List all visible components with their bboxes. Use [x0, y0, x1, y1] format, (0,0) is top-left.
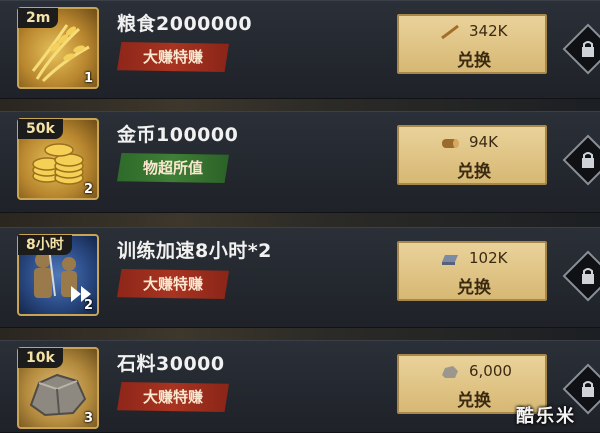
background-strip [0, 99, 600, 111]
background-strip [0, 213, 600, 227]
item-count: 3 [84, 411, 94, 426]
lock-icon[interactable] [562, 250, 600, 302]
exchange-row-speedup: 8小时 2 训练加速8小时*2 大赚特赚 102K 兑换 [0, 227, 600, 328]
item-title: 粮食2000000 [117, 13, 253, 35]
exchange-label: 兑换 [457, 278, 491, 298]
price-label: 342K [469, 22, 508, 40]
price-label: 6,000 [469, 362, 512, 380]
lock-icon[interactable] [562, 134, 600, 186]
amount-tag: 2m [18, 8, 59, 28]
exchange-label: 兑换 [457, 162, 491, 182]
item-title: 石料30000 [117, 353, 225, 375]
exchange-button[interactable]: 94K 兑换 [397, 125, 547, 185]
amount-tag: 8小时 [18, 235, 72, 255]
background-strip [0, 328, 600, 340]
value-badge: 大赚特赚 [117, 269, 229, 299]
amount-tag: 10k [18, 348, 63, 368]
value-badge: 大赚特赚 [117, 42, 229, 72]
value-badge: 大赚特赚 [117, 382, 229, 412]
item-count: 2 [84, 298, 94, 313]
exchange-button[interactable]: 342K 兑换 [397, 14, 547, 74]
watermark: 酷乐米 [516, 406, 576, 427]
price-label: 94K [469, 133, 498, 151]
exchange-button[interactable]: 102K 兑换 [397, 241, 547, 301]
item-title: 训练加速8小时*2 [117, 240, 272, 262]
amount-tag: 50k [18, 119, 63, 139]
exchange-label: 兑换 [457, 51, 491, 71]
item-count: 1 [84, 71, 94, 86]
exchange-row-stone: 10k 3 石料30000 大赚特赚 6,000 兑换 [0, 340, 600, 433]
item-title: 金币100000 [117, 124, 239, 146]
exchange-row-grain: 2m 1 粮食2000000 大赚特赚 342K 兑换 [0, 0, 600, 99]
value-badge: 物超所值 [117, 153, 229, 183]
price-label: 102K [469, 249, 508, 267]
exchange-row-gold: 50k 2 金币100000 物超所值 94K 兑换 [0, 111, 600, 213]
item-count: 2 [84, 182, 94, 197]
lock-icon[interactable] [562, 23, 600, 75]
